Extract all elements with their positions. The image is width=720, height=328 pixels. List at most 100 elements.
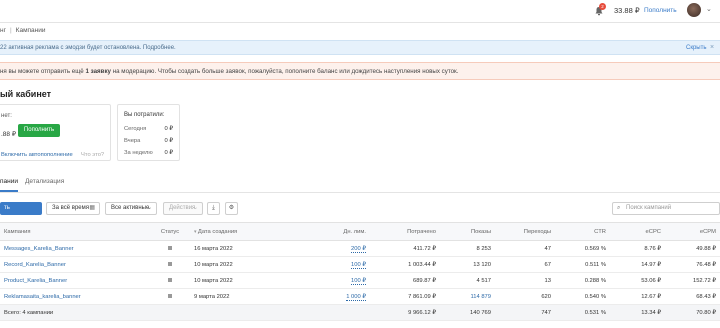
download-icon: ⤓ (212, 205, 215, 211)
col-clicks[interactable]: Переходы (495, 222, 555, 241)
daily-limit[interactable]: 200 ₽ (270, 240, 370, 257)
col-ecpc[interactable]: eCPC (610, 222, 665, 241)
total-ctr: 0.531 % (555, 304, 610, 321)
spent-cell: 1 003.44 ₽ (370, 256, 440, 273)
spent-week-value: 0 ₽ (164, 150, 173, 156)
clicks-cell: 620 (495, 288, 555, 305)
warning-bold: 1 заявку (85, 68, 112, 75)
created-date: 16 марта 2022 (190, 240, 270, 257)
cabinet-title: ый кабинет (0, 89, 52, 99)
spent-yesterday-value: 0 ₽ (164, 138, 173, 144)
search-icon: ⌕ (617, 205, 621, 211)
divider (0, 22, 720, 23)
breadcrumb-prev[interactable]: нг (0, 27, 6, 34)
status-indicator (150, 288, 190, 305)
status-indicator (150, 256, 190, 273)
created-date: 9 марта 2022 (190, 288, 270, 305)
col-ctr[interactable]: CTR (555, 222, 610, 241)
what-is-it-link[interactable]: Что это? (81, 152, 104, 158)
created-date: 10 марта 2022 (190, 256, 270, 273)
ecpc-cell: 14.97 ₽ (610, 256, 665, 273)
create-ad-button[interactable]: ть объявление (0, 202, 42, 224)
hide-link[interactable]: Скрыть (686, 45, 706, 51)
clicks-cell: 67 (495, 256, 555, 273)
col-campaign[interactable]: Кампания (0, 222, 150, 241)
spent-week-label: За неделю (124, 150, 153, 156)
campaign-name-link[interactable]: Record_Karelia_Banner (0, 256, 150, 273)
balance-value: 33.88 ₽ (614, 6, 640, 15)
status-indicator (150, 240, 190, 257)
period-select[interactable]: За всё время ▦ (46, 202, 100, 215)
col-spent[interactable]: Потрачено (370, 222, 440, 241)
total-impressions: 140 769 (440, 304, 495, 321)
ecpc-cell: 12.67 ₽ (610, 288, 665, 305)
settings-button[interactable]: ⚙ (225, 202, 238, 215)
ecpc-cell: 53.06 ₽ (610, 272, 665, 289)
breadcrumb-current: Кампании (15, 27, 46, 34)
tab-campaigns[interactable]: пании (0, 178, 18, 185)
daily-limit[interactable]: 1 000 ₽ (270, 288, 370, 305)
search-input[interactable]: ⌕ Поиск кампаний (612, 202, 720, 215)
clicks-cell: 47 (495, 240, 555, 257)
ecpm-cell: 152.72 ₽ (665, 272, 720, 289)
campaign-name-link[interactable]: Messages_Karelia_Banner (0, 240, 150, 257)
actions-label: Действия (169, 205, 196, 211)
spent-title: Вы потратили: (124, 112, 165, 118)
col-daily-limit[interactable]: Дн. лим. (270, 222, 370, 241)
spent-yesterday-label: Вчера (124, 138, 141, 144)
topup-link[interactable]: Пополнить (644, 7, 677, 14)
top-bar: 2 33.88 ₽ Пополнить ⌄ (0, 0, 720, 22)
ctr-cell: 0.511 % (555, 256, 610, 273)
warning-text: ня вы можете отправить ещё 1 заявку на м… (0, 68, 459, 75)
ctr-cell: 0.569 % (555, 240, 610, 257)
info-banner-text: 22 активная реклама с эмодзи будет остан… (0, 44, 176, 51)
chevron-down-icon: ⌄ (146, 205, 152, 211)
status-filter-label: Все активные (111, 205, 150, 211)
download-button[interactable]: ⤓ (207, 202, 220, 215)
topup-button[interactable]: Пополнить (18, 124, 60, 137)
table-total-row: Всего: 4 кампании 9 966.12 ₽ 140 769 747… (0, 304, 720, 321)
avatar[interactable] (687, 3, 701, 17)
col-impressions[interactable]: Показы (440, 222, 495, 241)
campaigns-table: Кампания Статус ▾ Дата создания Дн. лим.… (0, 222, 720, 321)
total-clicks: 747 (495, 304, 555, 321)
actions-select[interactable]: Действия ⌄ (163, 202, 203, 215)
notification-badge: 2 (599, 3, 606, 10)
col-ecpm[interactable]: eCPM (665, 222, 720, 241)
chevron-down-icon[interactable]: ⌄ (706, 5, 712, 13)
status-filter-select[interactable]: Все активные ⌄ (105, 202, 157, 215)
period-label: За всё время (52, 205, 89, 211)
search-placeholder: Поиск кампаний (626, 205, 672, 211)
calendar-icon: ▦ (89, 205, 95, 211)
ctr-cell: 0.288 % (555, 272, 610, 289)
warning-banner: ня вы можете отправить ещё 1 заявку на м… (0, 62, 720, 80)
gear-icon: ⚙ (228, 205, 235, 211)
table-header: Кампания Статус ▾ Дата создания Дн. лим.… (0, 222, 720, 241)
created-date: 10 марта 2022 (190, 272, 270, 289)
campaign-name-link[interactable]: Reklamasaita_karelia_banner (0, 288, 150, 305)
total-ecpc: 13.34 ₽ (610, 304, 665, 321)
daily-limit[interactable]: 100 ₽ (270, 272, 370, 289)
col-status[interactable]: Статус (150, 222, 190, 241)
spent-cell: 411.72 ₽ (370, 240, 440, 257)
info-banner: 22 активная реклама с эмодзи будет остан… (0, 40, 720, 55)
breadcrumb: нг | Кампании (0, 27, 46, 34)
tab-details[interactable]: Детализация (25, 178, 64, 185)
ecpm-cell: 49.88 ₽ (665, 240, 720, 257)
ecpc-cell: 8.76 ₽ (610, 240, 665, 257)
spent-cell: 689.87 ₽ (370, 272, 440, 289)
cabinet-balance: .88 ₽ (1, 131, 16, 138)
spent-today-value: 0 ₽ (164, 126, 173, 132)
table-row: Record_Karelia_Banner 10 марта 2022 100 … (0, 256, 720, 273)
chevron-down-icon: ⌄ (192, 205, 198, 211)
close-icon[interactable]: × (710, 44, 714, 51)
autotopup-link[interactable]: Включить автопополнение (1, 152, 73, 158)
total-spent: 9 966.12 ₽ (370, 304, 440, 321)
campaign-name-link[interactable]: Product_Karelia_Banner (0, 272, 150, 289)
table-row: Product_Karelia_Banner 10 марта 2022 100… (0, 272, 720, 289)
col-created[interactable]: ▾ Дата создания (190, 222, 270, 241)
balance-card: нет: .88 ₽ Пополнить Включить автопополн… (0, 104, 111, 161)
table-row: Reklamasaita_karelia_banner 9 марта 2022… (0, 288, 720, 305)
spent-card: Вы потратили: Сегодня 0 ₽ Вчера 0 ₽ За н… (117, 104, 180, 161)
daily-limit[interactable]: 100 ₽ (270, 256, 370, 273)
